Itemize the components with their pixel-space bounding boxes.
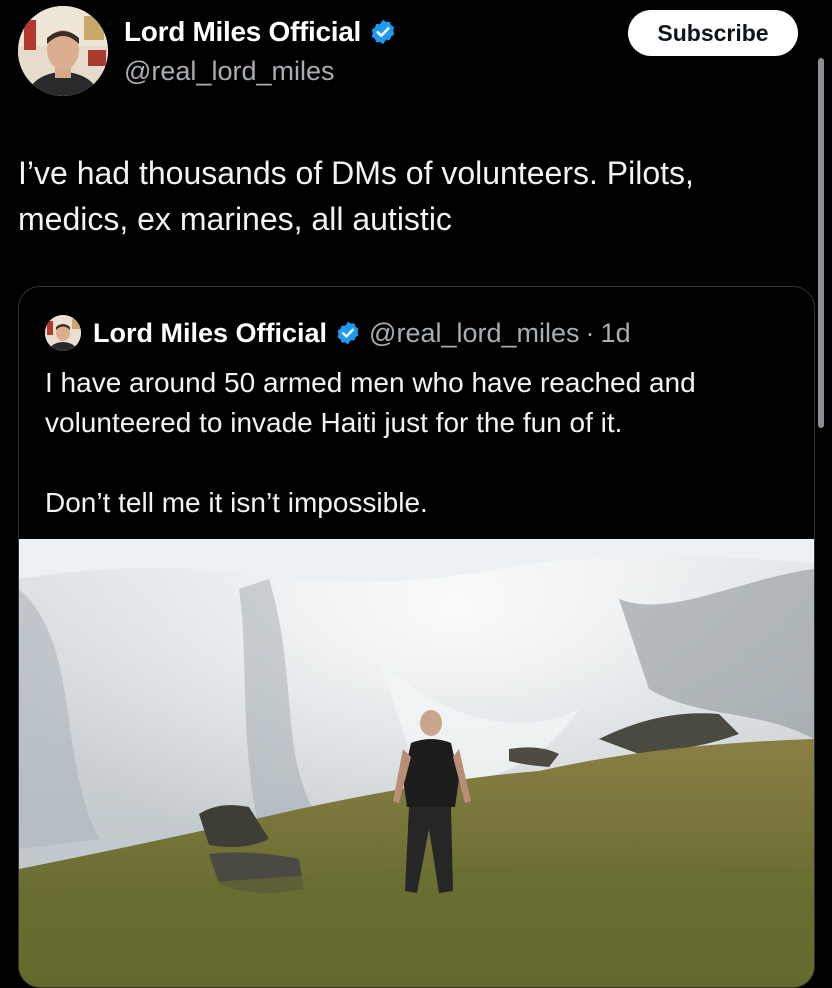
quoted-post[interactable]: Lord Miles Official @real_lord_miles · 1… [18,286,815,988]
post-header: Lord Miles Official @real_lord_miles Sub… [0,0,832,110]
display-name[interactable]: Lord Miles Official [124,16,397,48]
waterfall-photo[interactable] [19,539,814,987]
quoted-timestamp[interactable]: 1d [601,318,631,349]
quoted-meta: Lord Miles Official @real_lord_miles · 1… [93,315,631,351]
display-name-text: Lord Miles Official [124,16,362,47]
quoted-paragraph: Don’t tell me it isn’t impossible. [45,487,428,518]
avatar[interactable] [18,6,108,96]
verified-badge-icon [369,18,397,46]
quoted-avatar[interactable] [45,315,81,351]
scrollbar[interactable] [818,58,824,428]
subscribe-button[interactable]: Subscribe [628,10,798,56]
quoted-display-name[interactable]: Lord Miles Official [93,318,327,349]
post-text: I’ve had thousands of DMs of volunteers.… [18,155,694,237]
verified-badge-icon [335,320,361,346]
meta-separator: · [585,317,595,348]
quoted-handle[interactable]: @real_lord_miles [369,318,580,349]
quoted-text: I have around 50 armed men who have reac… [45,363,795,523]
handle[interactable]: @real_lord_miles [124,56,335,87]
quoted-paragraph: I have around 50 armed men who have reac… [45,367,696,438]
